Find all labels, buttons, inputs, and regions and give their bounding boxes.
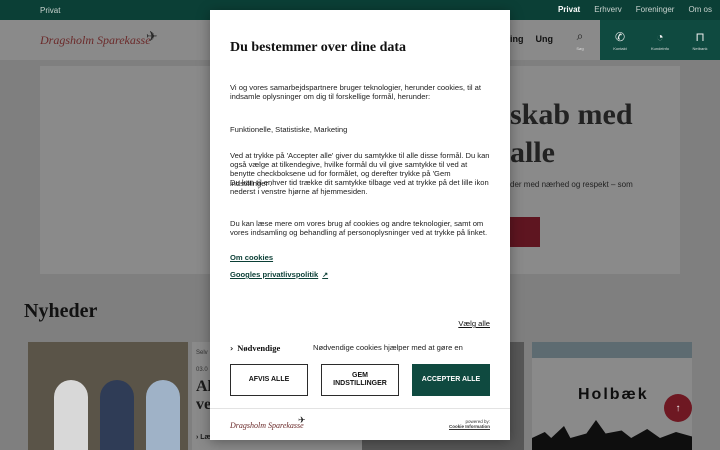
chevron-right-icon: ›	[230, 343, 234, 353]
hero-title-line-1: skab med	[510, 98, 633, 131]
cookie-title: Du bestemmer over dine data	[230, 40, 407, 55]
search-button[interactable]: ⌕ Søg	[560, 20, 600, 60]
hero-cta-button[interactable]	[510, 217, 540, 247]
site-logo[interactable]: Dragsholm Sparekasse	[40, 33, 151, 48]
about-cookies-link[interactable]: Om cookies	[230, 253, 273, 262]
powered-by-name: Cookie Information	[448, 424, 490, 429]
cookie-footer: Dragsholm Sparekasse ✈ powered by: Cooki…	[210, 408, 510, 440]
nav-om-os[interactable]: Om os	[688, 5, 712, 14]
cookie-button-row: AFVIS ALLE GEM INDSTILLINGER ACCEPTER AL…	[230, 364, 490, 396]
contact-label: Kontakt	[613, 45, 627, 51]
cookie-consent-dialog: Du bestemmer over dine data Vi og vores …	[210, 10, 510, 440]
phone-icon: ✆	[614, 29, 626, 44]
netbank-label: Netbank	[692, 45, 708, 51]
necessary-description: Nødvendige cookies hjælper med at gøre e…	[313, 343, 463, 352]
segment-nav: Privat Erhverv Foreninger Om os	[558, 5, 712, 14]
contact-button[interactable]: ✆ Kontakt	[600, 20, 640, 60]
main-menu: ing Ung	[510, 34, 553, 44]
powered-by[interactable]: powered by: Cookie Information	[449, 419, 490, 429]
accept-all-button[interactable]: ACCEPTER ALLE	[412, 364, 490, 396]
necessary-category-toggle[interactable]: › Nødvendige	[230, 343, 280, 353]
reject-all-button[interactable]: AFVIS ALLE	[230, 364, 308, 396]
customer-info-button[interactable]: ◔ Kundeinfo	[640, 20, 680, 60]
person-silhouette	[54, 380, 88, 450]
bell-icon: ◔	[656, 29, 664, 44]
card-top-band	[532, 342, 692, 358]
news-heading: Nyheder	[24, 300, 98, 322]
person-silhouette	[146, 380, 180, 450]
about-cookies-label: Om cookies	[230, 253, 274, 262]
person-silhouette	[100, 380, 134, 450]
topbar-left-link[interactable]: Privat	[40, 6, 60, 15]
news-card-photo[interactable]	[28, 342, 188, 450]
nav-privat[interactable]: Privat	[558, 5, 580, 14]
footer-logo: Dragsholm Sparekasse	[230, 421, 304, 430]
hero-title-line-2: alle	[510, 136, 555, 169]
lock-icon: ⊓	[695, 29, 705, 44]
swallow-logo-icon: ✈	[298, 415, 306, 425]
search-label: Søg	[576, 46, 584, 51]
external-link-icon: ↗	[322, 271, 329, 279]
chevron-up-icon: ↑	[675, 402, 681, 414]
news-card-date: 03.0	[196, 367, 208, 373]
menu-item-ung[interactable]: Ung	[536, 34, 554, 44]
news-card-tag: Selv	[196, 350, 208, 356]
netbank-button[interactable]: ⊓ Netbank	[680, 20, 720, 60]
cookie-content-scroll[interactable]: Du bestemmer over dine data Vi og vores …	[210, 10, 510, 307]
hero-subtitle: der med nærhed og respekt – som	[510, 180, 633, 189]
nav-erhverv[interactable]: Erhverv	[594, 5, 622, 14]
nav-foreninger[interactable]: Foreninger	[636, 5, 675, 14]
search-icon: ⌕	[576, 29, 584, 43]
save-settings-button[interactable]: GEM INDSTILLINGER	[321, 364, 399, 396]
town-name: Holbæk	[578, 386, 649, 403]
cookie-purposes: Funktionelle, Statistiske, Marketing	[230, 125, 348, 134]
google-privacy-link[interactable]: Googles privatlivspolitik ↗	[230, 270, 328, 279]
hero-title: skab med alle	[510, 96, 633, 172]
google-privacy-label: Googles privatlivspolitik	[230, 270, 319, 279]
skyline-graphic	[532, 420, 692, 450]
necessary-label: Nødvendige	[237, 343, 281, 353]
customer-info-label: Kundeinfo	[650, 45, 669, 51]
cookie-withdraw-text: Du kan til enhver tid trække dit samtykk…	[230, 178, 489, 197]
cookie-intro: Vi og vores samarbejdspartnere bruger te…	[230, 83, 482, 102]
cookie-more-info: Du kan læse mere om vores brug af cookie…	[230, 219, 488, 238]
select-all-link[interactable]: Vælg alle	[458, 319, 490, 328]
chat-fab-button[interactable]: ↑	[664, 394, 692, 422]
swallow-logo-icon: ✈	[146, 28, 158, 44]
header-icons: ⌕ Søg ✆ Kontakt ◔ Kundeinfo ⊓ Netbank	[560, 20, 720, 60]
menu-item-partial[interactable]: ing	[510, 34, 524, 44]
news-card-town[interactable]: Holbæk	[532, 342, 692, 450]
